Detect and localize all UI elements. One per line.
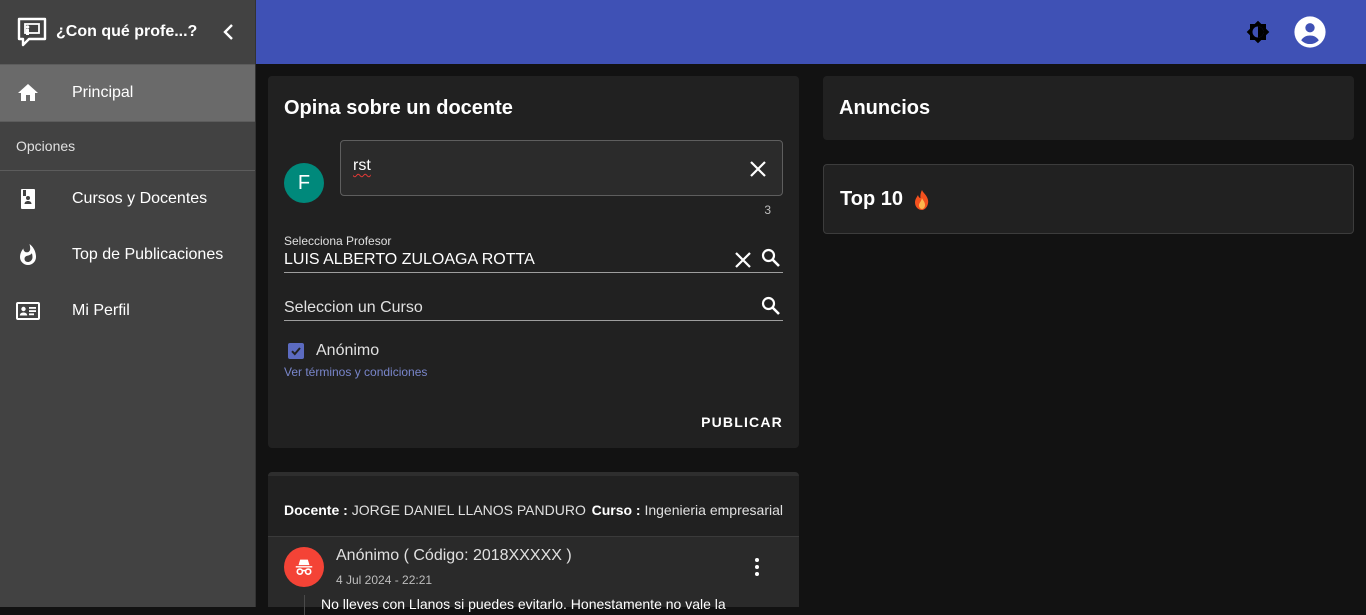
opinion-text: rst: [353, 157, 371, 174]
search-icon[interactable]: [759, 294, 783, 318]
post-header: Docente : JORGE DANIEL LLANOS PANDURO Cu…: [284, 502, 783, 518]
home-icon: [16, 81, 40, 105]
opinion-textarea[interactable]: rst: [340, 140, 783, 196]
chevron-left-icon: [223, 24, 233, 40]
opina-title: Opina sobre un docente: [284, 97, 513, 119]
sidebar-item-principal[interactable]: Principal: [0, 65, 255, 121]
anuncios-title: Anuncios: [839, 97, 931, 119]
user-avatar: F: [284, 163, 324, 203]
anonimo-checkbox[interactable]: [288, 343, 304, 359]
search-icon[interactable]: [759, 246, 783, 270]
sidebar-item-label: Cursos y Docentes: [72, 190, 208, 207]
terms-link[interactable]: Ver términos y condiciones: [284, 365, 427, 379]
profesor-select[interactable]: Selecciona Profesor LUIS ALBERTO ZULOAGA…: [284, 232, 783, 273]
top10-title: Top 10: [840, 188, 931, 211]
book-icon: [16, 187, 40, 211]
sidebar-item-label: Principal: [72, 84, 134, 101]
sidebar: ¿Con qué profe...? Principal Opciones Cu…: [0, 0, 256, 607]
fire-icon: [16, 243, 40, 267]
post-thread-line: [304, 595, 305, 615]
profesor-label: Selecciona Profesor: [284, 234, 392, 248]
account-button[interactable]: [1290, 12, 1330, 52]
docente-value: JORGE DANIEL LLANOS PANDURO: [351, 502, 586, 518]
app-bar: [256, 0, 1366, 64]
sidebar-header: ¿Con qué profe...?: [0, 0, 255, 64]
post-date: 4 Jul 2024 - 22:21: [336, 573, 433, 587]
theme-toggle-button[interactable]: [1238, 12, 1278, 52]
account-circle-icon: [1294, 16, 1326, 48]
post-card: Docente : JORGE DANIEL LLANOS PANDURO Cu…: [268, 472, 799, 615]
publicar-button[interactable]: PUBLICAR: [701, 414, 783, 430]
check-icon: [291, 347, 301, 356]
brightness-icon: [1246, 20, 1270, 44]
post-body: Anónimo ( Código: 2018XXXXX ) 4 Jul 2024…: [268, 537, 799, 615]
clear-text-icon[interactable]: [746, 157, 770, 181]
sidebar-item-label: Top de Publicaciones: [72, 246, 224, 263]
top10-label: Top 10: [840, 188, 903, 210]
post-docente[interactable]: Docente : JORGE DANIEL LLANOS PANDURO: [284, 502, 586, 518]
post-author: Anónimo ( Código: 2018XXXXX ): [336, 547, 572, 564]
sidebar-item-top[interactable]: Top de Publicaciones: [0, 227, 255, 283]
sidebar-subheader: Opciones: [16, 138, 76, 154]
app-title: ¿Con qué profe...?: [56, 23, 198, 40]
post-text: No lleves con Llanos si puedes evitarlo.…: [321, 596, 726, 612]
incognito-icon: [284, 547, 324, 587]
curso-select[interactable]: Seleccion un Curso: [284, 294, 783, 321]
sidebar-item-perfil[interactable]: Mi Perfil: [0, 283, 255, 339]
post-curso[interactable]: Curso : Ingenieria empresarial: [592, 502, 783, 518]
clear-profesor-icon[interactable]: [731, 248, 755, 272]
teacher-board-icon: [16, 16, 48, 48]
curso-label: Curso :: [591, 502, 641, 518]
curso-placeholder: Seleccion un Curso: [284, 299, 423, 316]
fire-icon: [914, 189, 929, 210]
collapse-sidebar-button[interactable]: [209, 12, 249, 52]
sidebar-item-label: Mi Perfil: [72, 302, 130, 319]
anuncios-card: Anuncios: [823, 76, 1354, 140]
docente-label: Docente :: [284, 502, 348, 518]
character-counter: 3: [764, 203, 771, 217]
anonimo-label[interactable]: Anónimo: [316, 342, 379, 360]
profesor-value: LUIS ALBERTO ZULOAGA ROTTA: [284, 251, 535, 268]
id-card-icon: [16, 299, 40, 323]
top10-card[interactable]: Top 10: [823, 164, 1354, 234]
opina-card: Opina sobre un docente F rst 3 Seleccion…: [268, 76, 799, 448]
curso-value: Ingenieria empresarial: [644, 502, 783, 518]
sidebar-item-cursos[interactable]: Cursos y Docentes: [0, 171, 255, 227]
more-vert-icon[interactable]: [745, 555, 769, 579]
